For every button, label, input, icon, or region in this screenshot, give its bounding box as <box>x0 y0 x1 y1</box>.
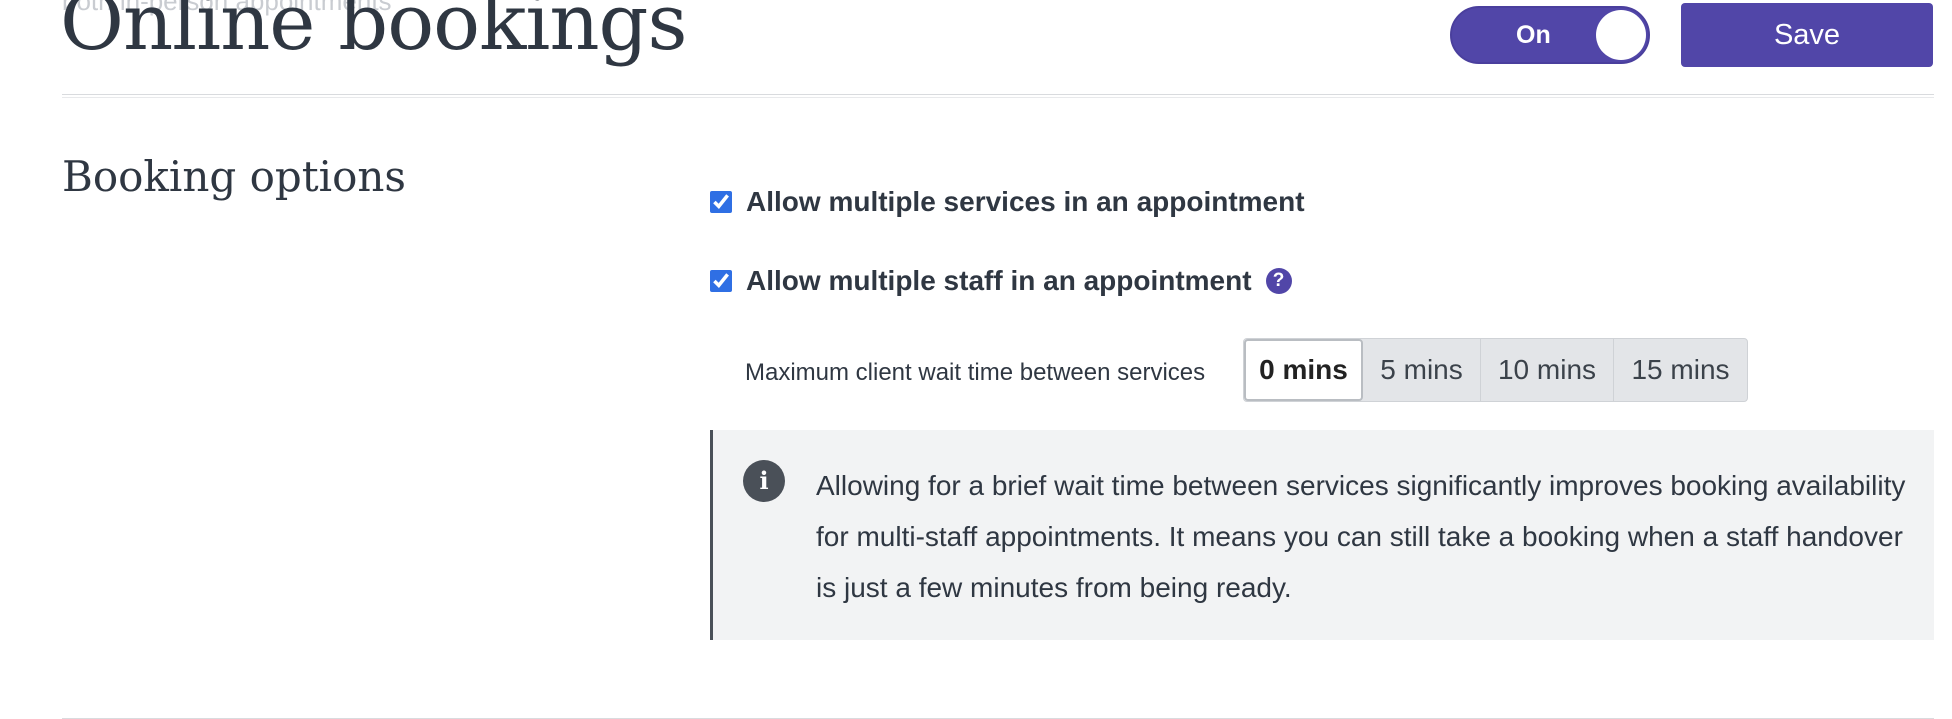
multiple-staff-checkbox[interactable] <box>710 270 732 292</box>
wait-option-10-mins[interactable]: 10 mins <box>1481 339 1614 401</box>
wait-option-0-mins[interactable]: 0 mins <box>1244 339 1363 401</box>
section-title: Booking options <box>62 152 406 201</box>
multiple-services-checkbox[interactable] <box>710 191 732 213</box>
info-text: Allowing for a brief wait time between s… <box>816 470 1906 603</box>
toggle-knob <box>1596 10 1646 60</box>
wait-time-selector: 0 mins 5 mins 10 mins 15 mins <box>1243 338 1748 402</box>
multiple-staff-label[interactable]: Allow multiple staff in an appointment <box>746 265 1252 297</box>
wait-option-5-mins[interactable]: 5 mins <box>1363 339 1481 401</box>
info-icon: i <box>743 460 785 502</box>
question-icon[interactable]: ? <box>1265 268 1292 294</box>
toggle-label: On <box>1516 21 1551 49</box>
header-divider <box>62 94 1934 98</box>
wait-option-15-mins[interactable]: 15 mins <box>1614 339 1747 401</box>
multiple-staff-option: Allow multiple staff in an appointment ? <box>710 265 1292 297</box>
multiple-services-label[interactable]: Allow multiple services in an appointmen… <box>746 186 1305 218</box>
multiple-services-option: Allow multiple services in an appointmen… <box>710 186 1305 218</box>
page-title: Online bookings <box>60 0 688 68</box>
info-callout: i Allowing for a brief wait time between… <box>710 430 1934 640</box>
online-bookings-toggle[interactable]: On <box>1450 6 1650 64</box>
wait-time-label: Maximum client wait time between service… <box>745 359 1206 386</box>
save-button[interactable]: Save <box>1681 3 1933 67</box>
